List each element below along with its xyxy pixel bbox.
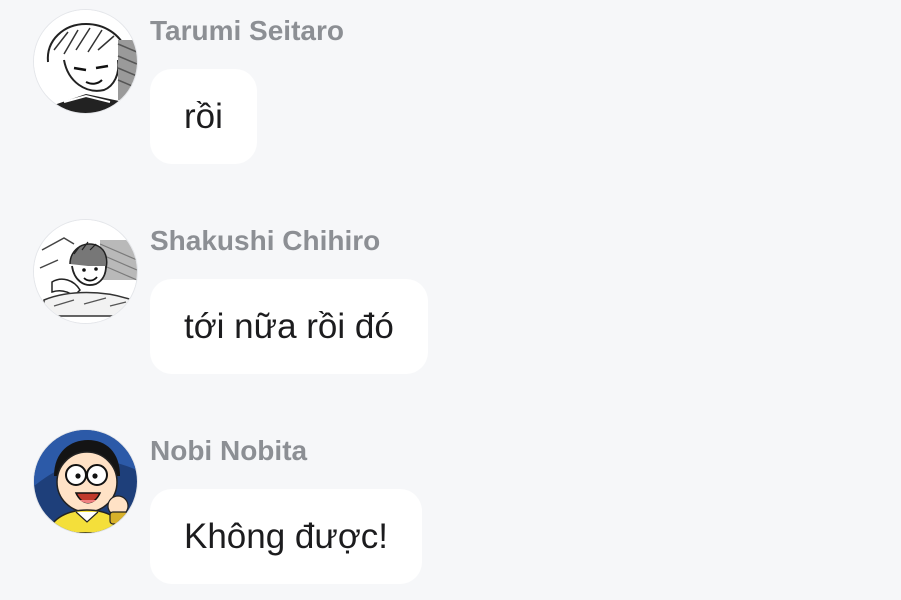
chat-message: Tarumi Seitaro rồi [0, 0, 901, 170]
manga-boy-lying-in-bed-icon [34, 220, 137, 323]
message-bubble[interactable]: rồi [150, 69, 257, 164]
nobita-cartoon-icon [34, 430, 137, 533]
sender-name: Tarumi Seitaro [150, 15, 344, 46]
chat-message: Nobi Nobita Không được! [0, 420, 901, 590]
sender-name: Shakushi Chihiro [150, 225, 381, 256]
message-bubble[interactable]: Không được! [150, 489, 423, 584]
avatar[interactable] [34, 10, 137, 113]
sender-name: Nobi Nobita [150, 435, 308, 466]
avatar[interactable] [34, 220, 137, 323]
manga-boy-smirking-icon [34, 10, 137, 113]
chat-message: Shakushi Chihiro tới nữa rồi đó [0, 210, 901, 380]
message-bubble[interactable]: tới nữa rồi đó [150, 279, 428, 374]
avatar[interactable] [34, 430, 137, 533]
